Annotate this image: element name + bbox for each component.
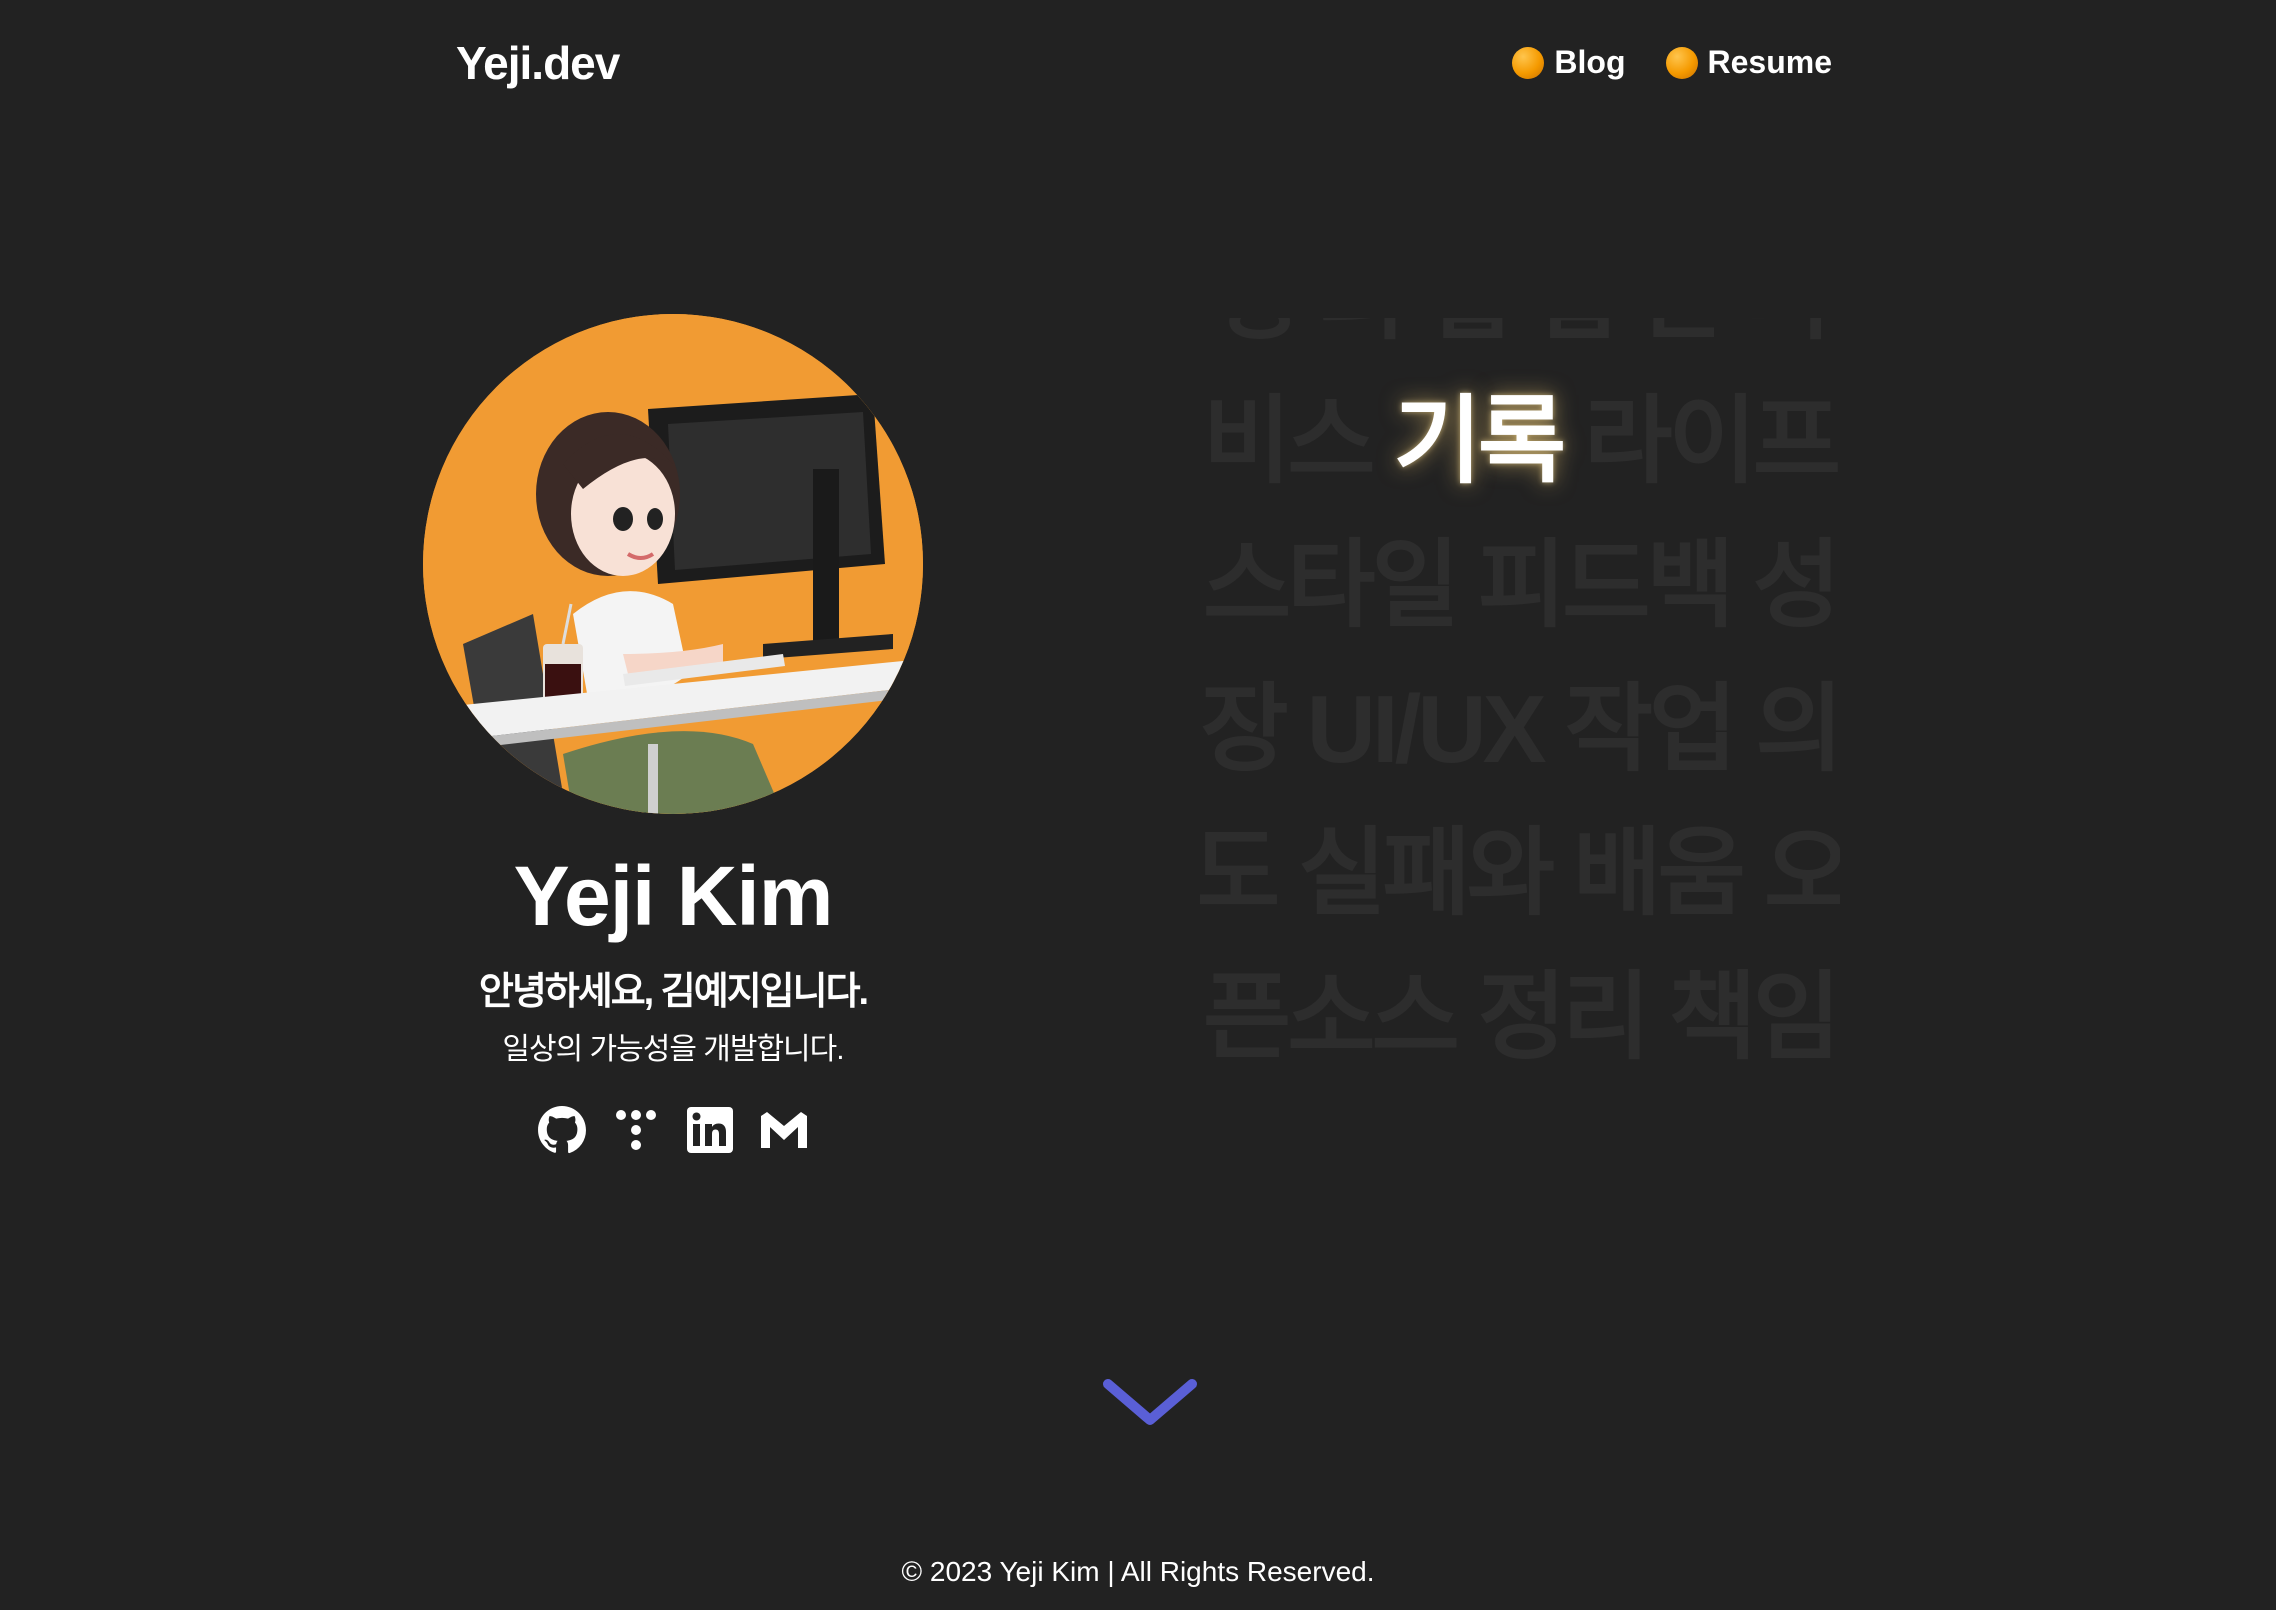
linkedin-link[interactable]: [684, 1104, 736, 1156]
keyword: 정: [1212, 318, 1300, 370]
gmail-icon: [761, 1112, 807, 1148]
profile-tagline: 일상의 가능성을 개발합니다.: [502, 1033, 844, 1066]
keyword: 오: [1763, 820, 1840, 927]
keyword: 픈소스: [1202, 964, 1460, 1071]
keyword: 작업: [1564, 676, 1738, 783]
nav-item-blog[interactable]: Blog: [1512, 44, 1626, 81]
keyword-grid: 열 정 의 협 업 관 리 지 비스 기록 라이프 스타일 피드백 성 장 UI…: [1200, 318, 1840, 1148]
keyword: 배움: [1573, 820, 1746, 927]
chevron-down-icon: [1103, 1379, 1197, 1425]
keyword: 리: [1744, 318, 1832, 370]
linkedin-icon: [687, 1107, 733, 1153]
nav-item-resume[interactable]: Resume: [1665, 44, 1833, 81]
avatar-illustration: [423, 314, 923, 814]
tistory-icon: [616, 1110, 656, 1150]
profile-name: Yeji Kim: [513, 849, 834, 943]
nav-item-label: Resume: [1707, 44, 1833, 80]
page: Yeji.dev Blog Resume Yeji Kim 안녕하세요, 김예지…: [0, 0, 2276, 1610]
keyword: 협: [1425, 318, 1513, 370]
keyword: 의: [1755, 676, 1840, 783]
keyword: 비스: [1202, 388, 1376, 495]
keyword: 도: [1200, 820, 1280, 927]
nav-item-label: Blog: [1554, 44, 1626, 80]
github-link[interactable]: [536, 1104, 588, 1156]
keyword: UI/UX: [1306, 676, 1547, 783]
keyword: 책임: [1668, 964, 1840, 1071]
keyword-row: 열 정 의 협 업 관 리 지: [1200, 318, 1840, 370]
keyword: 관: [1637, 318, 1725, 370]
keyword: 스타일: [1202, 532, 1460, 639]
keyword-row: 비스 기록 라이프: [1200, 370, 1840, 514]
keyword: 정리: [1477, 964, 1651, 1071]
profile-greeting: 안녕하세요, 김예지입니다.: [478, 971, 869, 1013]
orange-dot-icon: [1512, 46, 1545, 79]
top-nav: Blog Resume: [1512, 44, 1832, 81]
social-links: [0, 1104, 1346, 1156]
keyword: 성: [1752, 532, 1840, 639]
github-icon: [538, 1106, 586, 1154]
profile-avatar: [423, 314, 923, 814]
footer-copyright: © 2023 Yeji Kim | All Rights Reserved.: [901, 1556, 1375, 1587]
keyword-row: 스타일 피드백 성: [1200, 514, 1840, 658]
keyword: 업: [1531, 318, 1619, 370]
keyword-row: 장 UI/UX 작업 의: [1200, 658, 1840, 802]
gmail-link[interactable]: [758, 1104, 810, 1156]
orange-dot-icon: [1665, 46, 1698, 79]
scroll-down-button[interactable]: [1100, 1370, 1200, 1440]
keyword: 장: [1200, 676, 1288, 783]
keyword: 의: [1318, 318, 1406, 370]
keyword-row: 픈소스 정리 책임: [1200, 946, 1840, 1090]
keyword-row: 도 실패와 배움 오: [1200, 802, 1840, 946]
tistory-link[interactable]: [610, 1104, 662, 1156]
keyword: 실패와: [1298, 820, 1555, 927]
keyword: 라이프: [1584, 388, 1840, 495]
keyword: 피드백: [1477, 532, 1735, 639]
keyword-active: 기록: [1393, 388, 1567, 495]
site-logo[interactable]: Yeji.dev: [456, 36, 620, 90]
